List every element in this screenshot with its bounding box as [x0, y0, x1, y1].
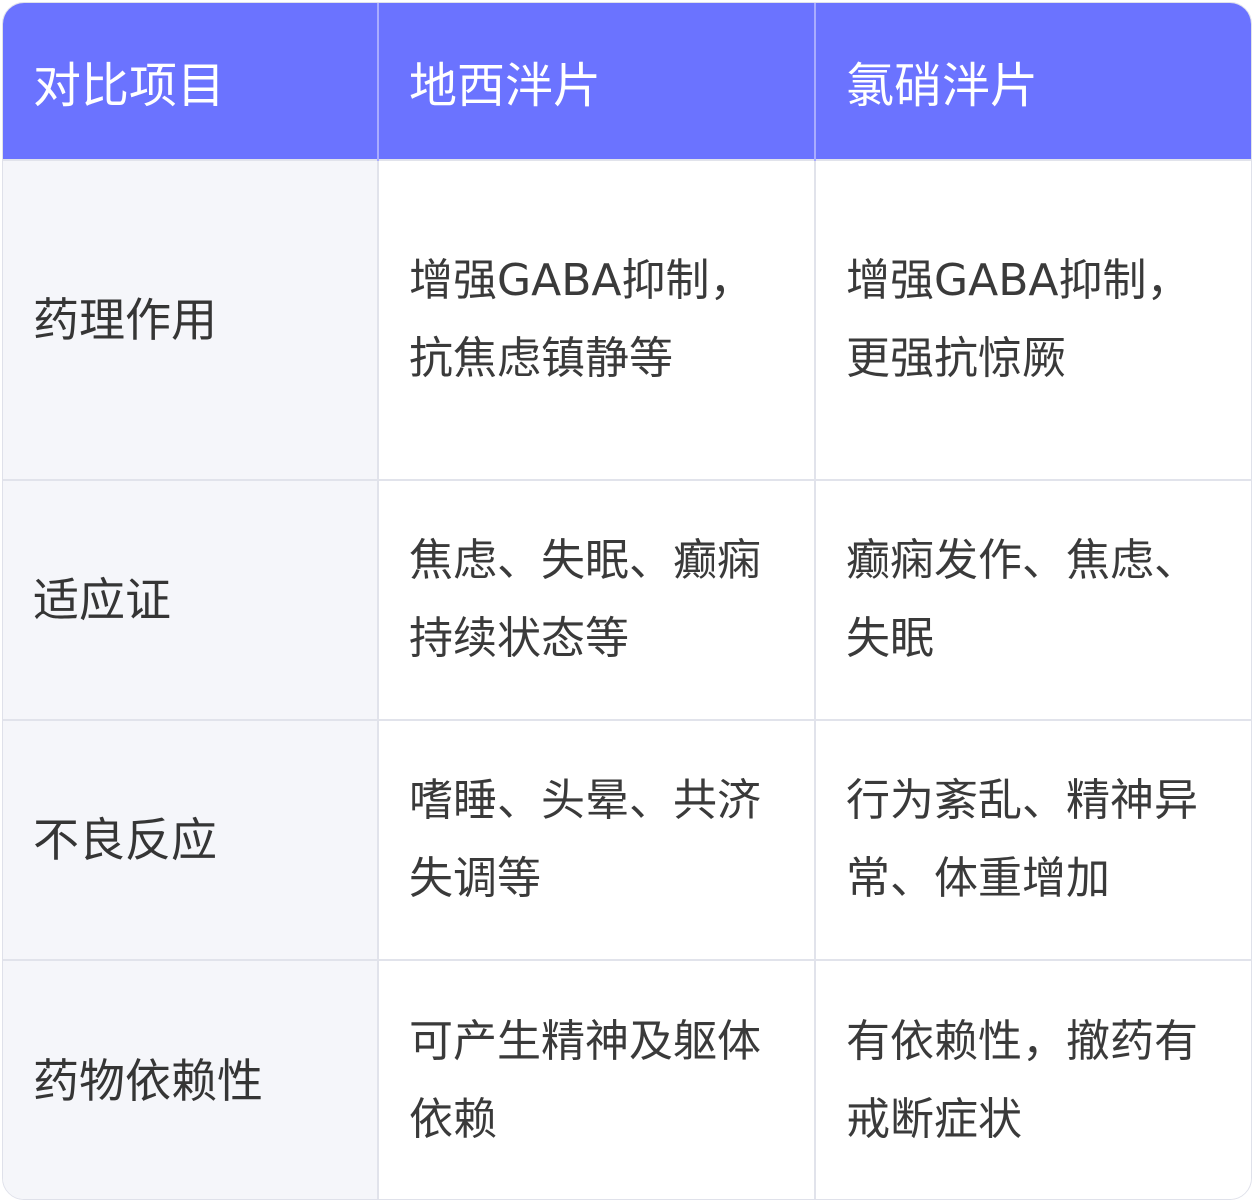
cell-clonazepam-dependence: 有依赖性，撤药有戒断症状	[815, 959, 1251, 1199]
cell-clonazepam-indications: 癫痫发作、焦虑、失眠	[815, 479, 1251, 720]
table-row: 药理作用 增强GABA抑制，抗焦虑镇静等 增强GABA抑制，更强抗惊厥	[3, 159, 1251, 480]
cell-diazepam-pharmacology: 增强GABA抑制，抗焦虑镇静等	[378, 159, 816, 480]
cell-diazepam-indications: 焦虑、失眠、癫痫持续状态等	[378, 479, 816, 720]
header-clonazepam: 氯硝泮片	[815, 3, 1251, 160]
cell-clonazepam-pharmacology: 增强GABA抑制，更强抗惊厥	[815, 159, 1251, 480]
header-row: 对比项目 地西泮片 氯硝泮片	[3, 3, 1251, 160]
comparison-table: 对比项目 地西泮片 氯硝泮片 药理作用 增强GABA抑制，抗焦虑镇静等 增强GA…	[3, 3, 1251, 1199]
header-compare-item: 对比项目	[3, 3, 379, 160]
header-diazepam: 地西泮片	[378, 3, 816, 160]
table-row: 适应证 焦虑、失眠、癫痫持续状态等 癫痫发作、焦虑、失眠	[3, 479, 1251, 720]
cell-diazepam-adverse-reactions: 嗜睡、头晕、共济失调等	[378, 719, 816, 960]
table-row: 不良反应 嗜睡、头晕、共济失调等 行为紊乱、精神异常、体重增加	[3, 719, 1251, 960]
cell-clonazepam-adverse-reactions: 行为紊乱、精神异常、体重增加	[815, 719, 1251, 960]
row-label-indications: 适应证	[3, 479, 379, 720]
row-label-pharmacology: 药理作用	[3, 159, 379, 480]
row-label-dependence: 药物依赖性	[3, 959, 379, 1199]
cell-diazepam-dependence: 可产生精神及躯体依赖	[378, 959, 816, 1199]
table-row: 药物依赖性 可产生精神及躯体依赖 有依赖性，撤药有戒断症状	[3, 959, 1251, 1199]
comparison-card: 对比项目 地西泮片 氯硝泮片 药理作用 增强GABA抑制，抗焦虑镇静等 增强GA…	[2, 2, 1252, 1200]
row-label-adverse-reactions: 不良反应	[3, 719, 379, 960]
